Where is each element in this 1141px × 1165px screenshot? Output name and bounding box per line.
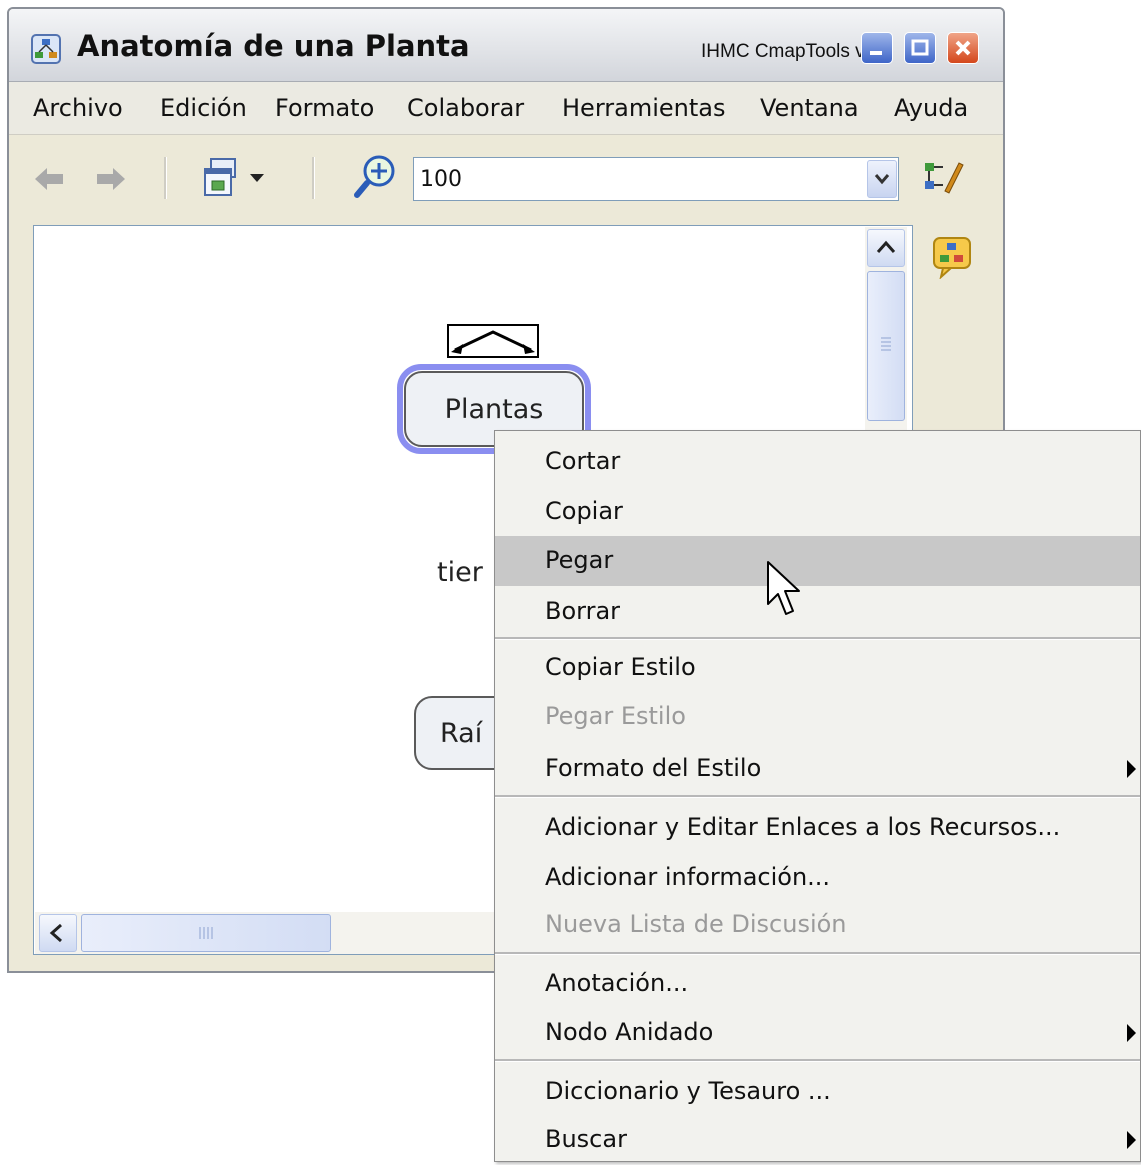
menu-item-cortar[interactable]: Cortar	[495, 437, 1140, 487]
menu-colaborar[interactable]: Colaborar	[407, 94, 524, 122]
menu-item-buscar[interactable]: Buscar	[495, 1115, 1140, 1165]
zoom-input[interactable]: 100	[413, 157, 899, 201]
vertical-scrollbar[interactable]	[865, 227, 907, 447]
submenu-arrow-icon	[1127, 1024, 1136, 1042]
menu-separator	[495, 637, 1140, 640]
menu-item-borrar[interactable]: Borrar	[495, 587, 1140, 637]
discussion-bubble-icon[interactable]	[931, 235, 973, 279]
menu-item-nodo-anidado[interactable]: Nodo Anidado	[495, 1008, 1140, 1058]
menu-item-copiar-estilo[interactable]: Copiar Estilo	[495, 643, 1140, 693]
chevron-down-icon	[874, 174, 890, 185]
scroll-left-button[interactable]	[39, 914, 77, 952]
concept-label: Plantas	[444, 393, 544, 425]
menu-bar: Archivo Edición Formato Colaborar Herram…	[9, 82, 1003, 135]
app-name: IHMC CmapTools v4	[701, 41, 876, 62]
menu-formato[interactable]: Formato	[275, 94, 374, 122]
context-menu: Cortar Copiar Pegar Borrar Copiar Estilo…	[494, 430, 1141, 1162]
mouse-pointer-icon	[767, 561, 800, 615]
chevron-down-icon[interactable]	[247, 171, 267, 185]
cmap-icon	[31, 34, 61, 64]
menu-item-diccionario-tesauro[interactable]: Diccionario y Tesauro ...	[495, 1067, 1140, 1117]
linking-phrase[interactable]: tier	[437, 557, 483, 588]
maximize-button[interactable]	[904, 32, 936, 64]
toolbar-separator	[164, 157, 167, 199]
minimize-button[interactable]	[861, 32, 893, 64]
zoom-in-icon[interactable]	[353, 153, 401, 201]
submenu-arrow-icon	[1127, 760, 1136, 778]
menu-ayuda[interactable]: Ayuda	[894, 94, 968, 122]
chevron-up-icon	[876, 240, 896, 253]
menu-item-adicionar-informacion[interactable]: Adicionar información...	[495, 853, 1140, 903]
menu-herramientas[interactable]: Herramientas	[562, 94, 725, 122]
menu-item-formato-del-estilo[interactable]: Formato del Estilo	[495, 744, 1140, 794]
arrow-right-icon[interactable]	[93, 165, 127, 193]
horizontal-scrollbar[interactable]	[35, 912, 505, 954]
menu-item-anotacion[interactable]: Anotación...	[495, 959, 1140, 1009]
menu-edicion[interactable]: Edición	[160, 94, 247, 122]
menu-item-pegar[interactable]: Pegar	[495, 536, 1140, 586]
grip-icon	[199, 927, 213, 939]
connection-handle-icon[interactable]	[447, 324, 539, 358]
menu-ventana[interactable]: Ventana	[760, 94, 859, 122]
submenu-arrow-icon	[1127, 1131, 1136, 1149]
scroll-thumb[interactable]	[867, 271, 905, 421]
title-bar[interactable]: Anatomía de una Planta IHMC CmapTools v4	[9, 9, 1003, 82]
menu-separator	[495, 1059, 1140, 1062]
menu-item-enlaces-recursos[interactable]: Adicionar y Editar Enlaces a los Recurso…	[495, 803, 1140, 853]
grip-icon	[881, 337, 891, 351]
scroll-up-button[interactable]	[867, 229, 905, 267]
scroll-thumb[interactable]	[81, 914, 331, 952]
concept-label: Raí	[440, 717, 483, 749]
menu-separator	[495, 795, 1140, 798]
zoom-dropdown-button[interactable]	[867, 160, 897, 198]
toolbar: 100	[9, 135, 1003, 225]
window-title: Anatomía de una Planta	[77, 29, 470, 63]
toolbar-separator	[312, 157, 315, 199]
menu-item-nueva-lista-discusion: Nueva Lista de Discusión	[545, 910, 847, 938]
menu-separator	[495, 952, 1140, 955]
close-button[interactable]	[947, 32, 979, 64]
menu-archivo[interactable]: Archivo	[33, 94, 123, 122]
styles-palette-icon[interactable]	[921, 155, 965, 199]
window-view-icon[interactable]	[201, 155, 245, 199]
menu-item-copiar[interactable]: Copiar	[495, 487, 1140, 537]
arrow-left-icon[interactable]	[33, 165, 67, 193]
chevron-left-icon	[49, 923, 62, 943]
menu-item-pegar-estilo: Pegar Estilo	[545, 702, 686, 730]
